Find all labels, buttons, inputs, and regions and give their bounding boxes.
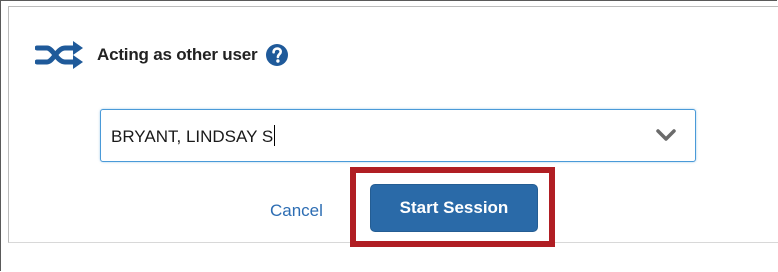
chevron-down-icon[interactable] — [655, 127, 677, 143]
text-caret — [274, 125, 276, 146]
dialog-header: Acting as other user — [35, 35, 289, 75]
user-select-value: BRYANT, LINDSAY S — [111, 127, 274, 146]
start-session-button[interactable]: Start Session — [370, 184, 538, 232]
cancel-link[interactable]: Cancel — [270, 201, 323, 221]
acting-as-user-dialog: Acting as other user BRYANT, LINDSAY S C… — [8, 6, 778, 247]
user-select-combobox[interactable]: BRYANT, LINDSAY S — [100, 109, 696, 162]
question-circle-icon[interactable] — [265, 43, 289, 67]
shuffle-icon — [35, 41, 83, 69]
dialog-title: Acting as other user — [97, 45, 258, 64]
user-select-input[interactable]: BRYANT, LINDSAY S — [111, 125, 276, 147]
